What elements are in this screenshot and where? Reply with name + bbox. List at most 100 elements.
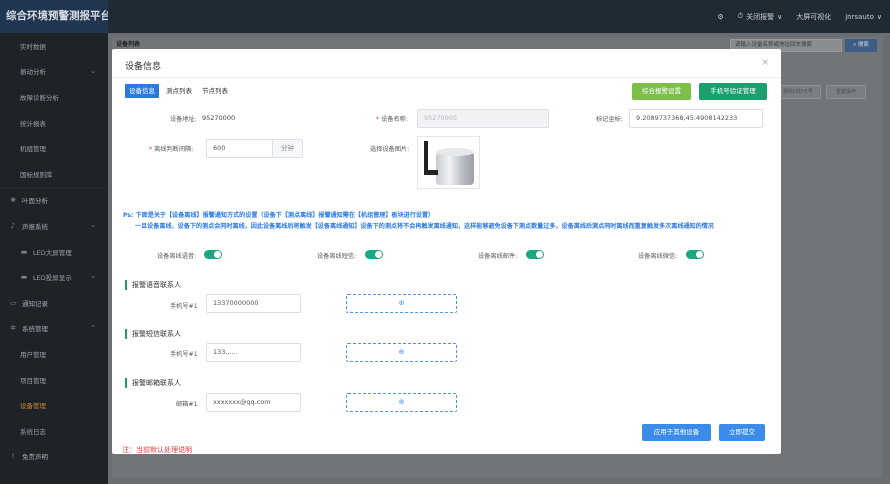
- add-mail-contact-button[interactable]: ⊕: [346, 393, 457, 412]
- apply-to-others-button[interactable]: 应用于其他设备: [642, 424, 711, 441]
- chevron-down-icon: ⌄: [90, 221, 96, 230]
- device-name-field[interactable]: 95270005: [417, 109, 549, 128]
- sidebar-item-label: 国标规则库: [20, 170, 53, 179]
- sidebar-item-label: 振动分析: [20, 68, 46, 77]
- mail-label: 邮箱#1: [176, 401, 198, 408]
- sidebar-item-disclaimer[interactable]: ! 免责声明: [0, 444, 108, 470]
- gear-icon: ✲: [10, 324, 16, 333]
- big-screen-link[interactable]: 大屏可视化: [796, 12, 831, 22]
- screen-icon: ▬: [20, 273, 28, 282]
- toggle-sms-switch[interactable]: [365, 250, 383, 259]
- sms-phone-field[interactable]: 133......: [206, 343, 301, 362]
- sidebar-item-projects[interactable]: 项目管理: [0, 367, 108, 393]
- sidebar-item-label: 系统日志: [20, 427, 46, 436]
- settings-icon[interactable]: ⚙: [717, 13, 723, 21]
- notice-line-2: 一旦设备离线，设备下的测点会同时离线，因此设备离线后将触发【设备离线通知】设备下…: [135, 222, 714, 230]
- add-voice-contact-button[interactable]: ⊕: [346, 294, 457, 313]
- search-button-label: 搜索: [857, 42, 869, 48]
- chevron-down-icon: ∨: [876, 12, 882, 21]
- plus-circle-icon: ⊕: [398, 299, 405, 307]
- chevron-down-icon: ∨: [777, 12, 783, 21]
- toggle-wechat-switch[interactable]: [686, 250, 704, 259]
- sidebar-item-label: LED投屏显示: [33, 274, 72, 283]
- footer-note: 注：当前默认处理说明: [122, 446, 192, 454]
- sidebar-item-label: 项目管理: [20, 376, 46, 385]
- sidebar-item-unit[interactable]: 机组管理: [0, 135, 108, 161]
- sidebar-item-users[interactable]: 用户管理: [0, 341, 108, 367]
- info-icon: !: [11, 452, 15, 461]
- add-sms-contact-button[interactable]: ⊕: [346, 343, 457, 362]
- offline-interval-value: 600: [213, 144, 226, 152]
- sidebar-item-label: 通知记录: [22, 299, 48, 308]
- image-label: 选择设备图片:: [370, 146, 410, 153]
- search-button[interactable]: ⌕ 搜索: [845, 39, 877, 52]
- offline-notice: Ps: 下面是关于【设备离线】报警通知方式的设置（设备下【测点离线】报警通知需在…: [123, 211, 773, 232]
- mail-field[interactable]: xxxxxxx@qq.com: [206, 393, 301, 412]
- voice-phone-label: 手机号#1: [170, 303, 198, 310]
- sidebar-item-label: 统计报表: [20, 119, 46, 128]
- voice-phone-field[interactable]: 13370000000: [206, 294, 301, 313]
- sidebar-item-report[interactable]: 统计报表: [0, 110, 108, 136]
- alarm-settings-button[interactable]: 综合报警设置: [632, 83, 691, 100]
- tab-node-list[interactable]: 节点列表: [199, 84, 231, 98]
- toggle-mail-switch[interactable]: [526, 250, 544, 259]
- screen-icon: ▬: [20, 247, 28, 256]
- section-sms-title: 报警短信联系人: [125, 329, 181, 339]
- sidebar-item-label: 设备管理: [20, 402, 46, 411]
- message-icon: ▭: [9, 298, 17, 307]
- sidebar-item-led-display[interactable]: ▬ LED投屏显示 ⌄: [0, 264, 108, 290]
- sidebar-item-logs[interactable]: 系统日志: [0, 418, 108, 444]
- sidebar-item-label: 实时数据: [20, 42, 46, 51]
- device-name-label: * 设备名称:: [376, 116, 408, 123]
- alarm-label: 关闭报警: [746, 12, 775, 21]
- reset-button[interactable]: 重置操作: [826, 85, 866, 99]
- sidebar-item-fault[interactable]: 故障诊断分析: [0, 84, 108, 110]
- toggle-voice-label: 设备离线语音:: [157, 253, 197, 260]
- phone-verify-button[interactable]: 手机号验证管理: [699, 83, 767, 100]
- close-icon[interactable]: ×: [761, 58, 769, 68]
- offline-interval-label-text: 离线判断间隔:: [154, 146, 194, 153]
- chevron-up-icon: ⌃: [90, 323, 96, 332]
- plus-circle-icon: ⊕: [398, 348, 405, 356]
- sidebar-item-label: LED大屏管理: [33, 248, 72, 257]
- tab-point-list[interactable]: 测点列表: [163, 84, 195, 98]
- section-mail-title: 报警邮箱联系人: [125, 378, 181, 388]
- sidebar-item-devices[interactable]: 设备管理: [0, 392, 108, 418]
- app-logo: 综合环境预警测报平台: [0, 0, 108, 33]
- divider: [112, 77, 781, 78]
- dialog-title: 设备信息: [125, 62, 162, 72]
- toggle-wechat-label: 设备离线微信:: [638, 253, 678, 260]
- delete-led-button[interactable]: 删除LED卡号: [775, 85, 821, 99]
- device-image[interactable]: [417, 136, 480, 189]
- coords-field[interactable]: 9.2089737368,45.4908142233: [629, 109, 763, 128]
- offline-interval-field[interactable]: 600 分钟: [206, 139, 303, 158]
- tab-device-info[interactable]: 设备信息: [125, 84, 159, 98]
- sms-phone-label: 手机号#1: [170, 351, 198, 358]
- sidebar-item-label: 系统管理: [22, 325, 48, 334]
- sidebar-item-system[interactable]: ✲ 系统管理 ⌃: [0, 316, 108, 342]
- toggle-voice-switch[interactable]: [204, 250, 222, 259]
- unit-suffix: 分钟: [272, 140, 302, 157]
- device-name-label-text: 设备名称:: [381, 116, 408, 123]
- clock-icon: ⏱: [737, 12, 744, 20]
- sidebar-item-vibration[interactable]: 振动分析 ⌄: [0, 59, 108, 85]
- toggle-sms-label: 设备离线短信:: [317, 253, 357, 260]
- section-voice-title: 报警语音联系人: [125, 280, 181, 290]
- submit-button[interactable]: 立即提交: [719, 424, 765, 441]
- alarm-toggle[interactable]: ⏱ 关闭报警 ∨: [738, 12, 783, 22]
- tab-device-list[interactable]: 设备列表: [116, 39, 140, 48]
- user-name: jnrsauto: [845, 12, 874, 21]
- sidebar-item-led-screen[interactable]: ▬ LED大屏管理: [0, 239, 108, 265]
- toggle-mail-label: 设备离线邮件:: [478, 253, 518, 260]
- sidebar-item-rules[interactable]: 国标规则库: [0, 161, 108, 187]
- device-addr-label: 设备地址:: [170, 116, 197, 123]
- user-menu[interactable]: jnrsauto ∨: [845, 13, 882, 21]
- search-icon: ⌕: [853, 42, 857, 48]
- sidebar-item-leaf[interactable]: ❀ 叶面分析: [0, 188, 108, 214]
- coords-label: 标记坐标:: [596, 116, 623, 123]
- sidebar: 实时数据 振动分析 ⌄ 故障诊断分析 统计报表 机组管理 国标规则库 ❀ 叶面分析 …: [0, 33, 108, 484]
- sidebar-item-label: 故障诊断分析: [20, 93, 59, 102]
- sidebar-item-alarm[interactable]: ♪ 声报系统 ⌄: [0, 213, 108, 239]
- sidebar-item-notice[interactable]: ▭ 通知记录: [0, 290, 108, 316]
- sidebar-item-realtime[interactable]: 实时数据: [0, 33, 108, 59]
